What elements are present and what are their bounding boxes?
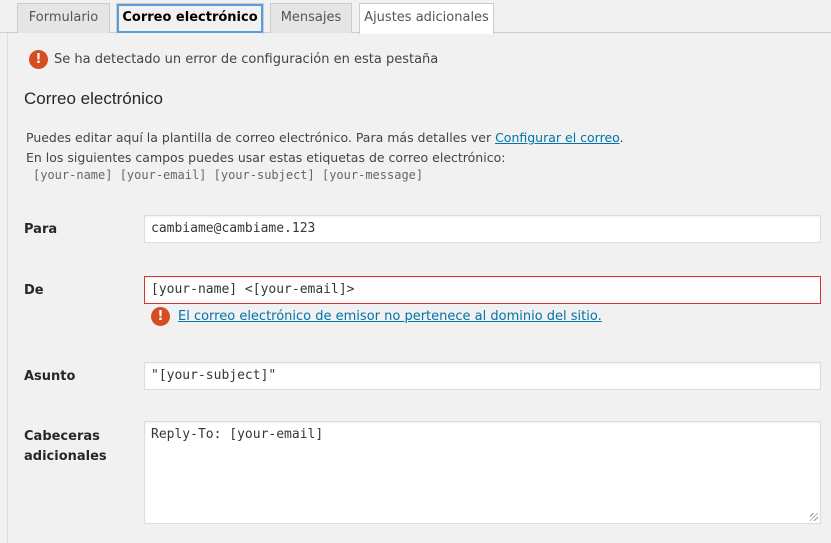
section-description: Puedes editar aquí la plantilla de corre… [26, 128, 624, 168]
mail-panel: ! Se ha detectado un error de configurac… [7, 33, 831, 543]
headers-label-line1: Cabeceras [24, 429, 100, 444]
configure-mail-link[interactable]: Configurar el correo [495, 130, 620, 145]
to-field[interactable]: cambiame@cambiame.123 [144, 215, 821, 243]
desc-line1-text: Puedes editar aquí la plantilla de corre… [26, 130, 496, 145]
from-error-link[interactable]: El correo electrónico de emisor no perte… [178, 309, 602, 324]
from-label: De [24, 283, 44, 298]
subject-field[interactable]: "[your-subject]" [144, 362, 821, 390]
from-field-error: ! El correo electrónico de emisor no per… [151, 307, 602, 326]
tab-formulario[interactable]: Formulario [17, 3, 110, 33]
config-error-text: Se ha detectado un error de configuració… [54, 52, 439, 67]
desc-line2: En los siguientes campos puedes usar est… [26, 150, 506, 165]
to-label: Para [24, 222, 58, 237]
tab-correo-electronico[interactable]: Correo electrónico [116, 3, 264, 34]
config-error-notice: ! Se ha detectado un error de configurac… [29, 50, 438, 69]
tab-bar: Formulario Correo electrónico Mensajes A… [0, 0, 831, 34]
error-icon: ! [29, 50, 48, 69]
error-icon: ! [151, 307, 170, 326]
desc-line1-suffix: . [619, 130, 624, 145]
headers-value: Reply-To: [your-email] [151, 427, 324, 442]
from-field[interactable]: [your-name] <[your-email]> [144, 276, 821, 304]
headers-textarea[interactable]: Reply-To: [your-email] [144, 421, 821, 524]
mail-tags: [your-name] [your-email] [your-subject] … [33, 168, 424, 182]
headers-label-line2: adicionales [24, 449, 107, 464]
headers-label: Cabeceras adicionales [24, 427, 107, 467]
subject-label: Asunto [24, 369, 76, 384]
tab-ajustes-adicionales[interactable]: Ajustes adicionales [359, 3, 494, 34]
section-title: Correo electrónico [24, 89, 163, 108]
tab-mensajes[interactable]: Mensajes [270, 3, 352, 33]
resize-grip-icon[interactable] [810, 513, 818, 521]
